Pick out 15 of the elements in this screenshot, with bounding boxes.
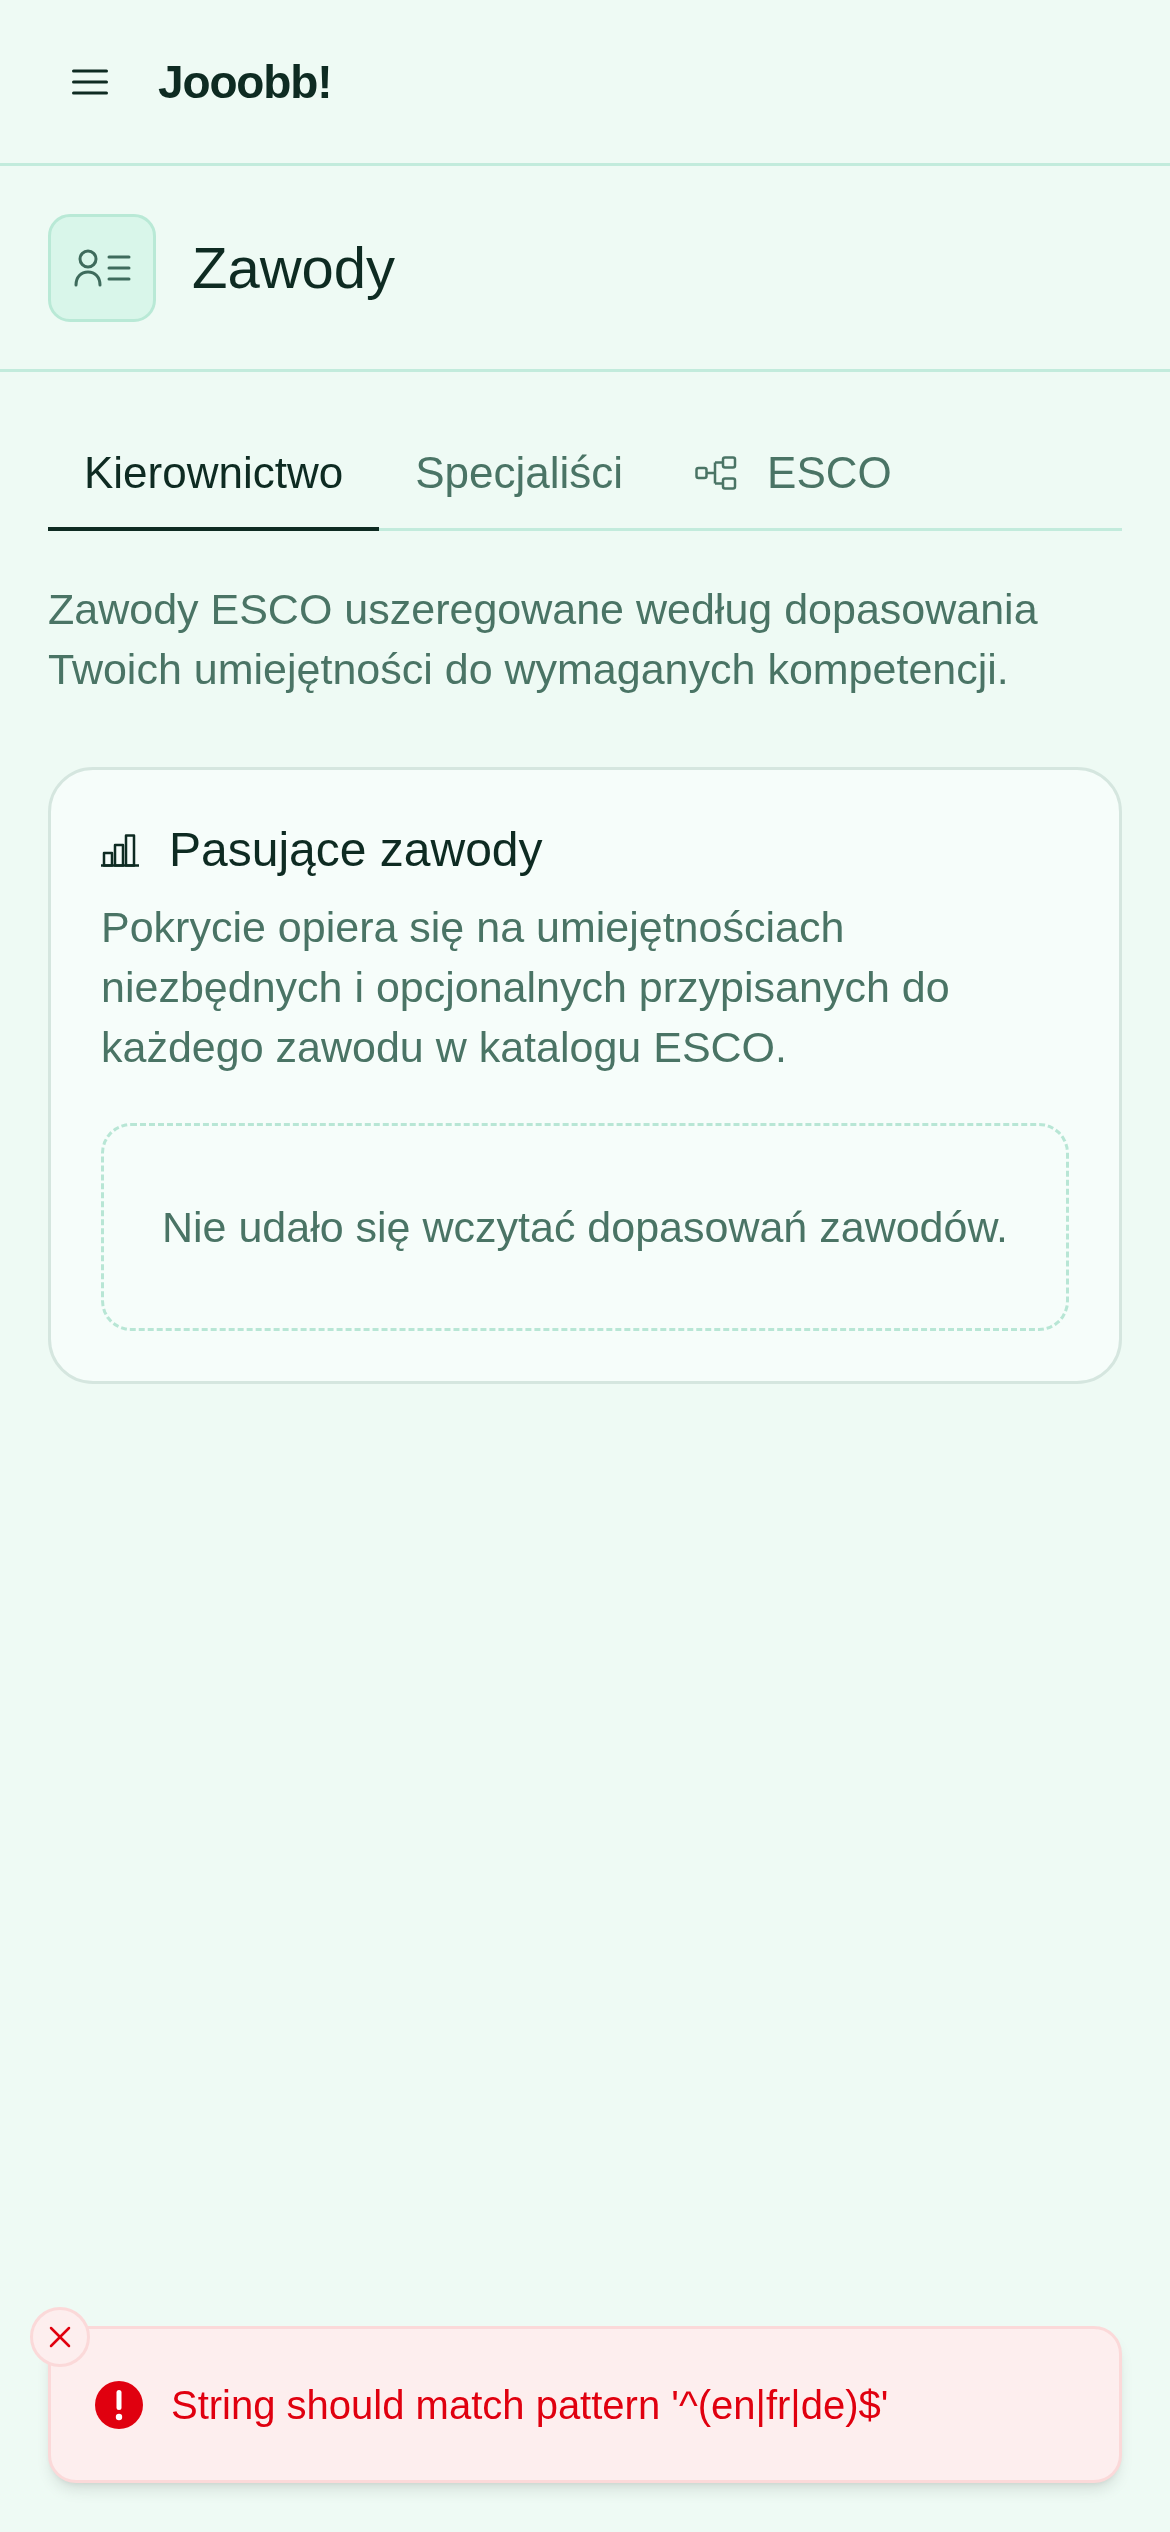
menu-icon[interactable] [72,68,108,95]
intro-text: Zawody ESCO uszeregowane według dopasowania Twoich umiejętności do wymaganych kompetencji. [48,584,1039,695]
diagram-icon [695,456,738,490]
tab[interactable]: Kierownictwo [48,419,380,531]
bar-chart-icon [101,833,139,867]
card-description: Pokrycie opiera się na umiejętnościach niezbędnych i opcjonalnych przypisanych do każdego zawodu w katalogu ESCO. [101,902,951,1073]
close-icon [49,2326,71,2348]
tab[interactable]: ESCO [659,419,928,531]
app-title: Jooobb! [158,58,332,105]
toast-message: String should match pattern '^(en|fr|de)$' [171,2384,889,2425]
card-title: Pasujące zawody [169,826,543,874]
alert-icon [95,2380,143,2429]
tab[interactable]: Specjaliści [379,419,660,531]
person-list-icon [48,213,156,322]
empty-state-message: Nie udało się wczytać dopasowań zawodów. [161,1202,1009,1253]
